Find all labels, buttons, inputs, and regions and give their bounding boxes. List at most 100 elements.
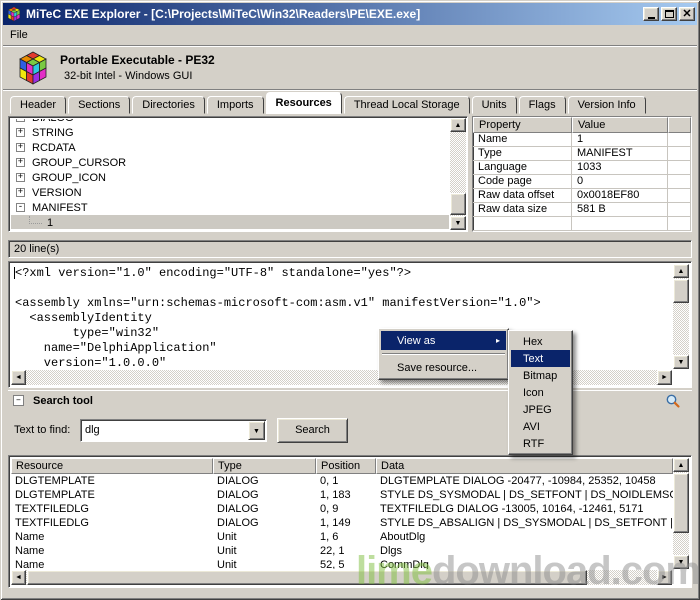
tree-collapse-icon[interactable]: - — [16, 203, 25, 212]
tab-directories[interactable]: Directories — [132, 96, 205, 114]
tab-sections[interactable]: Sections — [68, 96, 131, 114]
tree-item[interactable]: + GROUP_ICON — [11, 170, 449, 185]
submenu-item-icon[interactable]: Icon — [511, 384, 570, 401]
property-row[interactable]: Raw data size 581 B — [473, 203, 691, 217]
cell-data: STYLE DS_ABSALIGN | DS_SYSMODAL | DS_SET… — [380, 517, 673, 529]
scroll-right-icon[interactable]: ► — [657, 570, 672, 585]
maximize-button[interactable] — [661, 7, 677, 21]
property-row[interactable]: Language 1033 — [473, 161, 691, 175]
scroll-down-icon[interactable]: ▼ — [673, 355, 689, 369]
scrollbar-thumb[interactable] — [673, 473, 689, 533]
cell-resource: Name — [15, 531, 45, 543]
column-header-data[interactable]: Data — [376, 458, 673, 474]
resource-text-viewer[interactable]: <?xml version="1.0" encoding="UTF-8" sta… — [8, 261, 692, 388]
scroll-down-icon[interactable]: ▼ — [450, 216, 466, 230]
property-row-empty — [473, 217, 691, 231]
submenu-item-bitmap[interactable]: Bitmap — [511, 367, 570, 384]
submenu-item-rtf[interactable]: RTF — [511, 435, 570, 452]
tree-item[interactable]: + GROUP_CURSOR — [11, 155, 449, 170]
tree-expand-icon[interactable]: + — [16, 173, 25, 182]
search-controls: Text to find: dlg ▼ Search — [8, 412, 692, 454]
combo-dropdown-button[interactable]: ▼ — [248, 421, 265, 440]
tree-item[interactable]: + VERSION — [11, 185, 449, 200]
separator — [3, 89, 697, 91]
results-vertical-scrollbar[interactable]: ▲ ▼ — [673, 458, 689, 569]
table-row[interactable]: Name Unit 22, 1 Dlgs — [11, 544, 673, 558]
search-input[interactable]: dlg ▼ — [80, 419, 267, 442]
column-header-resource[interactable]: Resource — [11, 458, 213, 474]
tree-item[interactable]: 1 — [11, 215, 449, 229]
tree-scrollbar[interactable]: ▲ ▼ — [450, 118, 466, 230]
submenu-item-hex[interactable]: Hex — [511, 333, 570, 350]
tree-item-label: VERSION — [32, 186, 82, 199]
scroll-left-icon[interactable]: ◄ — [11, 370, 26, 385]
menubar: File — [3, 25, 697, 45]
submenu-item-avi[interactable]: AVI — [511, 418, 570, 435]
tree-expand-icon[interactable]: + — [16, 143, 25, 152]
minimize-button[interactable] — [643, 7, 659, 21]
property-row[interactable]: Raw data offset 0x0018EF80 — [473, 189, 691, 203]
scroll-left-icon[interactable]: ◄ — [11, 570, 26, 585]
menu-file[interactable]: File — [3, 27, 35, 43]
magnifier-icon[interactable] — [665, 393, 681, 409]
cell-resource: DLGTEMPLATE — [15, 489, 95, 501]
table-row[interactable]: TEXTFILEDLG DIALOG 1, 149 STYLE DS_ABSALIGN… — [11, 516, 673, 530]
tab-thread-local-storage[interactable]: Thread Local Storage — [343, 96, 470, 114]
submenu-item-text[interactable]: Text — [511, 350, 570, 367]
resource-tree[interactable]: + DIALOG + STRING + RCDATA + GROUP_CURSOR + GROUP… — [8, 116, 468, 232]
property-row[interactable]: Type MANIFEST — [473, 147, 691, 161]
scroll-up-icon[interactable]: ▲ — [450, 118, 466, 132]
tree-item[interactable]: + STRING — [11, 125, 449, 140]
scroll-down-icon[interactable]: ▼ — [673, 555, 689, 569]
resources-page: + DIALOG + STRING + RCDATA + GROUP_CURSOR + GROUP… — [3, 114, 697, 597]
results-horizontal-scrollbar[interactable]: ◄ ► — [11, 570, 672, 585]
property-value: 581 B — [572, 203, 668, 216]
tree-expand-icon[interactable]: + — [16, 188, 25, 197]
property-row[interactable]: Name 1 — [473, 133, 691, 147]
column-header-position[interactable]: Position — [316, 458, 376, 474]
column-header-value[interactable]: Value — [572, 117, 668, 133]
column-header-extra — [668, 117, 691, 133]
close-button[interactable]: ✕ — [679, 7, 695, 21]
tree-expand-icon[interactable]: + — [16, 158, 25, 167]
scrollbar-thumb[interactable] — [450, 193, 466, 215]
tab-flags[interactable]: Flags — [518, 96, 566, 114]
tab-version-info[interactable]: Version Info — [567, 96, 646, 114]
scrollbar-thumb[interactable] — [27, 570, 587, 585]
table-row[interactable]: Name Unit 52, 5 CommDlg — [11, 558, 673, 569]
search-button[interactable]: Search — [277, 418, 348, 443]
tab-header[interactable]: Header — [10, 96, 67, 114]
viewer-line: <assemblyIdentity — [15, 311, 152, 325]
property-name: Type — [473, 147, 572, 160]
menu-item-view-as[interactable]: View as ▸ — [381, 331, 506, 350]
search-query-text: dlg — [85, 424, 100, 436]
submenu-item-jpeg[interactable]: JPEG — [511, 401, 570, 418]
scroll-right-icon[interactable]: ► — [657, 370, 672, 385]
viewer-vertical-scrollbar[interactable]: ▲ ▼ — [673, 264, 689, 369]
tab-imports[interactable]: Imports — [206, 96, 264, 114]
menu-item-save-resource-[interactable]: Save resource... — [381, 358, 506, 377]
table-row[interactable]: TEXTFILEDLG DIALOG 0, 9 TEXTFILEDLG DIALOG … — [11, 502, 673, 516]
table-row[interactable]: DLGTEMPLATE DIALOG 1, 183 STYLE DS_SYSMODAL… — [11, 488, 673, 502]
table-row[interactable]: Name Unit 1, 6 AboutDlg — [11, 530, 673, 544]
scroll-up-icon[interactable]: ▲ — [673, 458, 689, 472]
close-icon: ✕ — [682, 8, 692, 20]
column-header-type[interactable]: Type — [213, 458, 316, 474]
tree-item-label: DIALOG — [32, 119, 74, 124]
tree-expand-icon[interactable]: + — [16, 119, 25, 122]
property-row[interactable]: Code page 0 — [473, 175, 691, 189]
submenu-arrow-icon: ▸ — [495, 336, 500, 345]
tree-item[interactable]: + RCDATA — [11, 140, 449, 155]
column-header-property[interactable]: Property — [473, 117, 572, 133]
scroll-up-icon[interactable]: ▲ — [673, 264, 689, 278]
tree-item-label: GROUP_ICON — [32, 171, 106, 184]
tree-item[interactable]: - MANIFEST — [11, 200, 449, 215]
collapse-icon[interactable]: – — [13, 395, 24, 406]
table-row[interactable]: DLGTEMPLATE DIALOG 0, 1 DLGTEMPLATE DIALOG … — [11, 474, 673, 488]
cell-type: DIALOG — [217, 517, 259, 529]
tree-expand-icon[interactable]: + — [16, 128, 25, 137]
tab-resources[interactable]: Resources — [265, 92, 342, 114]
scrollbar-thumb[interactable] — [673, 279, 689, 303]
tab-units[interactable]: Units — [471, 96, 517, 114]
viewer-line — [15, 281, 671, 296]
